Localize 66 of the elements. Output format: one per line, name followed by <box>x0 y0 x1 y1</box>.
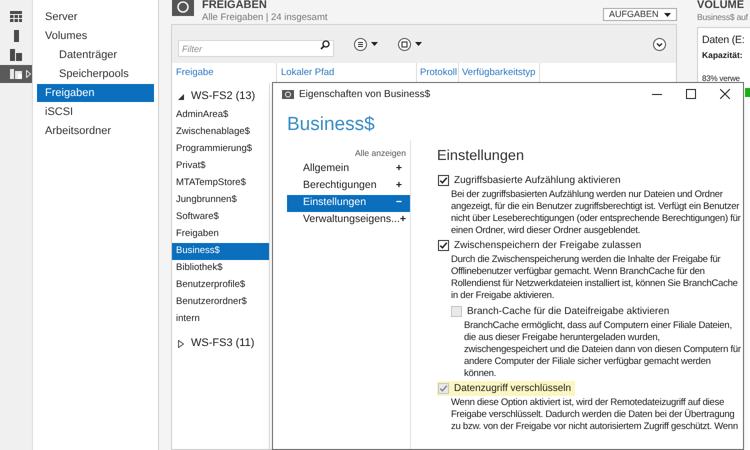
share-row[interactable]: Benutzerprofile$ <box>172 277 269 294</box>
filter-field[interactable]: Filter <box>178 40 334 57</box>
share-row[interactable]: Privat$ <box>172 158 269 175</box>
nav-item[interactable]: Volumes <box>37 27 154 45</box>
nav-item[interactable]: Freigaben <box>37 84 154 102</box>
section-subtitle: Alle Freigaben | 24 insgesamt <box>202 13 328 22</box>
maximize-icon[interactable] <box>686 89 696 99</box>
share-icon <box>282 89 294 99</box>
servers-icon <box>10 49 22 61</box>
settings-section-tab[interactable]: Allgemein + <box>287 160 410 178</box>
option-description: Bei der zugriffsbasierten Aufzählung werden nur Dateien und Ordner angezeigt, für die ein Benutzer zugriffsberechtigt ist. Verfügt ein Benutzer nicht über Leseberechtigungen (oder entsprechende Berechtigungen) für einen Ordner, wird dieser Ordner ausgeblendet. <box>451 188 741 236</box>
share-row[interactable]: Freigaben <box>172 226 269 243</box>
group-label: WS-FS3 (11) <box>191 336 254 352</box>
column-header[interactable]: Freigabe <box>172 63 276 83</box>
close-icon[interactable] <box>720 89 730 99</box>
settings-section-tab[interactable]: Berechtigungen + <box>287 178 410 195</box>
collapse-triangle-icon[interactable] <box>178 94 184 100</box>
usage-text: 83% verwe <box>702 75 740 83</box>
section-title: VOLUME <box>697 0 746 11</box>
show-all-link[interactable]: Alle anzeigen <box>354 147 410 160</box>
volume-name: Daten (E: <box>702 32 745 48</box>
option-description: Wenn diese Option aktiviert ist, wird der Remotedateizugriff auf diese Freigabe verschlüsselt. Dadurch werden die Daten bei der Übertragung zu bzw. von der Freigabe vor nicht autorisiertem Zugriff geschützt. Wenn <box>451 396 739 432</box>
dialog-heading: Business$ <box>286 115 376 134</box>
nav-item[interactable]: Datenträger <box>37 46 154 64</box>
nav-item[interactable]: Server <box>37 8 154 26</box>
share-row[interactable]: AdminArea$ <box>172 107 269 124</box>
shares-icon <box>172 0 194 18</box>
usage-bar <box>745 88 750 97</box>
checkbox-label: Zugriffsbasierte Aufzählung aktivieren <box>454 174 621 188</box>
section-title: FREIGABEN <box>202 0 268 11</box>
save-menu-icon[interactable] <box>398 38 422 50</box>
checkbox[interactable] <box>438 174 449 186</box>
share-row[interactable]: Programmierung$ <box>172 141 269 158</box>
nav-item[interactable]: Arbeitsordner <box>37 122 154 140</box>
content-title: Einstellungen <box>437 149 526 164</box>
share-row[interactable]: Zwischenablage$ <box>172 124 269 141</box>
settings-section-tab[interactable]: Einstellungen − <box>287 194 410 212</box>
dialog-title: Eigenschaften von Business$ <box>299 88 430 102</box>
tasks-button[interactable]: AUFGABEN <box>603 8 677 21</box>
expand-chevron-icon[interactable] <box>653 38 666 50</box>
checkbox-label: Branch-Cache für die Dateifreigabe aktivieren <box>467 304 670 318</box>
share-row[interactable]: Benutzerordner$ <box>172 294 269 311</box>
share-row[interactable]: Jungbrunnen$ <box>172 192 269 209</box>
capacity-label: Kapazität: <box>702 49 743 62</box>
section-subtitle: Business$ auf <box>697 13 748 22</box>
nav-item[interactable]: Speicherpools <box>37 65 154 83</box>
share-row[interactable]: Software$ <box>172 209 269 226</box>
option-description: Durch die Zwischenspeicherung werden die Inhalte der Freigabe für Offlinebenutzer verfügbar gemacht. Wenn BranchCache für den Rollendienst für Netzwerkdateien installiert ist, können Sie BranchCache in der Freigabe aktivieren. <box>451 254 739 302</box>
share-row[interactable]: MTATempStore$ <box>172 175 269 192</box>
checkbox-label: Datenzugriff verschlüsseln <box>454 382 572 396</box>
search-icon[interactable] <box>320 40 330 50</box>
group-label: WS-FS2 (13) <box>191 89 256 104</box>
nav-item[interactable]: iSCSI <box>37 103 154 121</box>
expand-triangle-icon[interactable] <box>178 340 184 348</box>
checkbox-label: Zwischenspeichern der Freigabe zulassen <box>454 238 642 252</box>
file-servers-icon <box>10 68 22 80</box>
checkbox[interactable] <box>438 240 449 250</box>
caret-icon <box>664 12 671 16</box>
nav-icon-button[interactable] <box>0 65 32 83</box>
grid-icon <box>10 11 22 23</box>
settings-section-tab[interactable]: Verwaltungseigens...+ <box>287 212 410 229</box>
list-view-menu-icon[interactable] <box>354 38 378 50</box>
share-row[interactable]: Business$ <box>172 243 269 260</box>
option-description: BranchCache ermöglicht, dass auf Computern einer Filiale Dateien, die aus dieser Freigabe heruntergeladen wurden, zwischengespeichert und die Dateien dann von diesen Computern für andere Computer der Filiale sicher verfügbar gemacht werden können. <box>464 320 741 380</box>
share-row[interactable]: Bibliothek$ <box>172 260 269 277</box>
share-row[interactable]: intern <box>172 311 269 328</box>
